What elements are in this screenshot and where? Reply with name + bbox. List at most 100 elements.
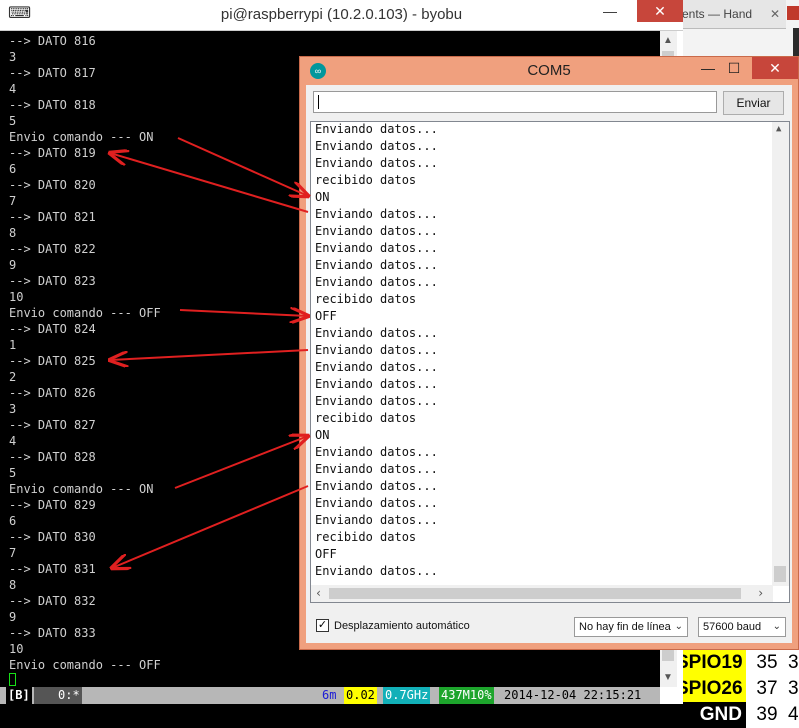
- serial-output-line: Enviando datos...: [315, 122, 438, 136]
- terminal-line: Envio comando --- OFF: [9, 306, 161, 320]
- terminal-line: 8: [9, 226, 17, 240]
- scroll-up-icon[interactable]: ▲: [776, 124, 781, 134]
- terminal-line: --> DATO 830: [9, 530, 96, 544]
- terminal-line: 4: [9, 82, 17, 96]
- serial-output-line: recibido datos: [315, 411, 417, 425]
- maximize-button[interactable]: ☐: [724, 57, 744, 79]
- terminal-bottom: [0, 704, 683, 728]
- com5-serial-monitor: ∞ COM5 — ☐ ✕ Enviar Enviando datos... Env…: [299, 56, 799, 650]
- serial-output-line: recibido datos: [315, 173, 417, 187]
- window-label[interactable]: 0:*: [56, 687, 82, 704]
- terminal-line: 5: [9, 114, 17, 128]
- serial-output-line: Enviando datos...: [315, 462, 438, 476]
- serial-output-line: ON: [315, 428, 330, 442]
- output-vertical-scrollbar[interactable]: ▲: [772, 122, 789, 586]
- terminal-line: --> DATO 817: [9, 66, 96, 80]
- serial-output-line: Enviando datos...: [315, 513, 438, 527]
- gpio-extra: 3: [788, 652, 799, 673]
- gpio-pin: 39: [756, 704, 778, 725]
- byobu-statusbar: [B] 0:* 6m 0.02 0.7GHz 437M10% 2014-12-0…: [0, 687, 660, 704]
- terminal-line: --> DATO 816: [9, 34, 96, 48]
- terminal-line: --> DATO 818: [9, 98, 96, 112]
- terminal-line: Envio comando --- OFF: [9, 658, 161, 672]
- serial-output[interactable]: Enviando datos... Enviando datos... Envian…: [310, 121, 790, 603]
- line-ending-value: No hay fin de línea: [579, 621, 671, 633]
- serial-output-line: Enviando datos...: [315, 343, 438, 357]
- serial-output-line: Enviando datos...: [315, 377, 438, 391]
- autoscroll-checkbox[interactable]: ✓: [316, 619, 329, 632]
- gpio-name: GND: [676, 702, 746, 728]
- serial-output-line: Enviando datos...: [315, 496, 438, 510]
- serial-output-line: Enviando datos...: [315, 360, 438, 374]
- browser-tab-label: ents — Hand: [682, 7, 753, 21]
- line-ending-select[interactable]: No hay fin de línea ⌄: [574, 617, 688, 637]
- gpio-name: SPIO19: [676, 650, 746, 676]
- terminal-line: 10: [9, 290, 24, 304]
- serial-output-line: ON: [315, 190, 330, 204]
- memory-usage: 437M10%: [439, 687, 494, 704]
- terminal-line: --> DATO 831: [9, 562, 96, 576]
- terminal-line: 4: [9, 434, 17, 448]
- terminal-line: 10: [9, 642, 24, 656]
- gpio-extra: 4: [788, 704, 799, 725]
- terminal-line: Envio comando --- ON: [9, 130, 154, 144]
- session-label: [B]: [6, 687, 32, 704]
- terminal-line: 2: [9, 370, 17, 384]
- com5-body: Enviar Enviando datos... Enviando datos..…: [306, 85, 792, 643]
- chevron-down-icon: ⌄: [772, 621, 781, 632]
- gpio-row: SPIO19 35 3: [676, 650, 799, 676]
- putty-titlebar[interactable]: ⌨ pi@raspberrypi (10.2.0.103) - byobu — …: [0, 0, 683, 31]
- minimize-button[interactable]: —: [590, 0, 630, 22]
- terminal-line: --> DATO 827: [9, 418, 96, 432]
- terminal-line: --> DATO 829: [9, 498, 96, 512]
- gpio-name: SPIO26: [676, 676, 746, 702]
- serial-output-line: Enviando datos...: [315, 326, 438, 340]
- browser-tab[interactable]: ents — Hand ✕: [676, 0, 786, 29]
- terminal-line: 3: [9, 402, 17, 416]
- send-input[interactable]: [313, 91, 717, 113]
- terminal-line: 3: [9, 50, 17, 64]
- scroll-right-icon[interactable]: ›: [757, 586, 764, 600]
- app-icon: [787, 6, 799, 20]
- status-gap: [34, 687, 56, 704]
- scroll-thumb[interactable]: [774, 566, 786, 582]
- serial-output-line: recibido datos: [315, 292, 417, 306]
- serial-output-line: Enviando datos...: [315, 258, 438, 272]
- tab-close-icon[interactable]: ✕: [770, 0, 780, 28]
- serial-output-line: Enviando datos...: [315, 139, 438, 153]
- serial-output-line: Enviando datos...: [315, 224, 438, 238]
- serial-output-line: Enviando datos...: [315, 479, 438, 493]
- gpio-row: GND 39 4: [676, 702, 799, 728]
- scroll-thumb[interactable]: [329, 588, 741, 599]
- terminal-line: --> DATO 826: [9, 386, 96, 400]
- terminal-line: --> DATO 825: [9, 354, 96, 368]
- serial-output-line: Enviando datos...: [315, 275, 438, 289]
- putty-title: pi@raspberrypi (10.2.0.103) - byobu: [220, 6, 463, 23]
- gpio-pin: 37: [756, 678, 778, 699]
- scroll-down-icon[interactable]: ▼: [663, 672, 673, 683]
- load-average: 0.02: [344, 687, 377, 704]
- terminal-line: --> DATO 820: [9, 178, 96, 192]
- scroll-up-icon[interactable]: ▲: [663, 35, 673, 46]
- terminal-line: 7: [9, 194, 17, 208]
- cpu-frequency: 0.7GHz: [383, 687, 431, 704]
- autoscroll-label: Desplazamiento automático: [334, 620, 470, 632]
- close-button[interactable]: ✕: [752, 57, 798, 79]
- send-button[interactable]: Enviar: [723, 91, 784, 115]
- serial-output-line: recibido datos: [315, 530, 417, 544]
- gpio-table: SPIO19 35 3 SPIO26 37 3 GND 39 4: [676, 650, 799, 728]
- baud-value: 57600 baud: [703, 621, 762, 633]
- serial-output-line: Enviando datos...: [315, 207, 438, 221]
- close-button[interactable]: ✕: [637, 0, 683, 22]
- scroll-left-icon[interactable]: ‹: [315, 586, 322, 600]
- baud-select[interactable]: 57600 baud ⌄: [698, 617, 786, 637]
- terminal-line: --> DATO 828: [9, 450, 96, 464]
- gpio-row: SPIO26 37 3: [676, 676, 799, 702]
- com5-titlebar[interactable]: ∞ COM5 — ☐ ✕: [300, 57, 798, 85]
- minimize-button[interactable]: —: [698, 57, 718, 79]
- terminal-line: 5: [9, 466, 17, 480]
- output-horizontal-scrollbar[interactable]: ‹ ›: [311, 585, 773, 602]
- terminal-line: 1: [9, 338, 17, 352]
- serial-output-line: Enviando datos...: [315, 445, 438, 459]
- terminal-line: --> DATO 823: [9, 274, 96, 288]
